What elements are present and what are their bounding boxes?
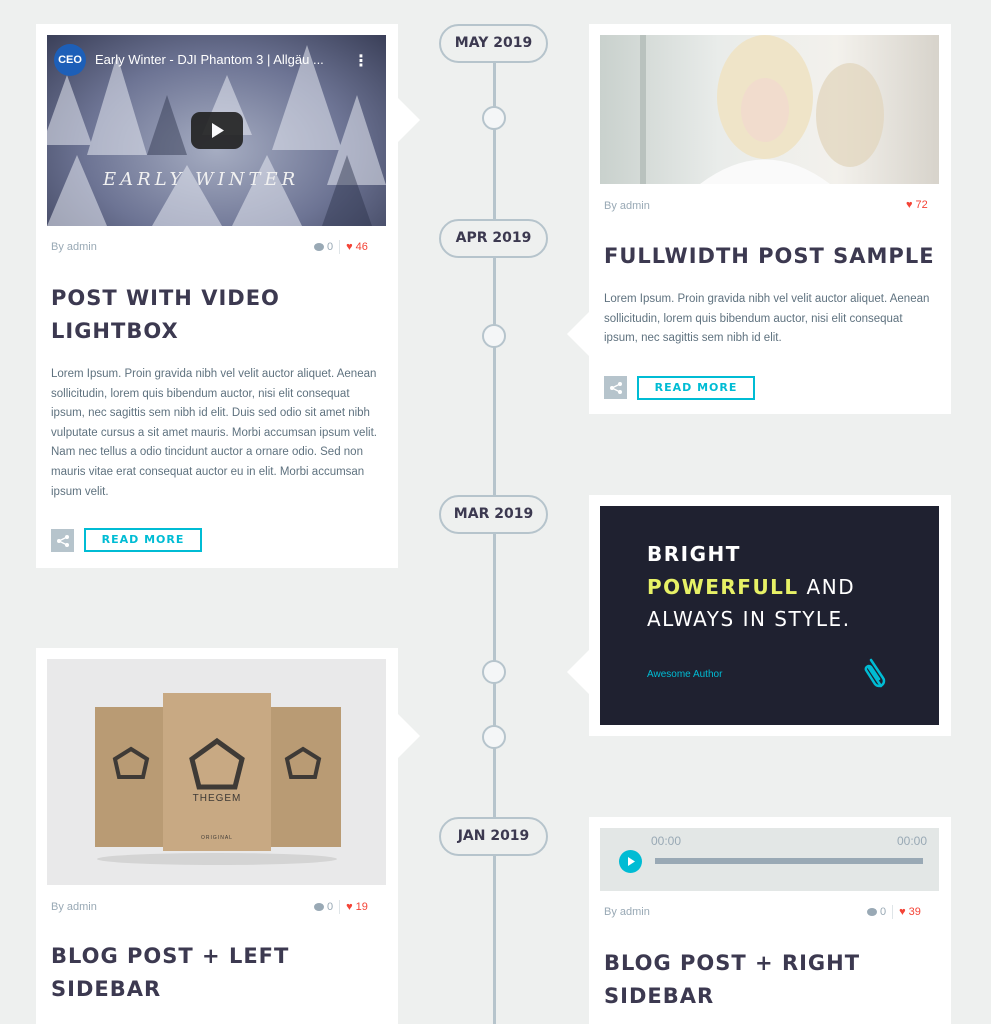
audio-progress-bar[interactable] (655, 858, 923, 864)
heart-icon: ♥ (346, 901, 353, 913)
post-author: By admin (51, 901, 97, 913)
date-label-apr-2019: APR 2019 (439, 219, 548, 258)
date-label-mar-2019: MAR 2019 (439, 495, 548, 534)
quote-line-2: POWERFULL AND (647, 575, 856, 599)
post-image-woman[interactable] (600, 35, 939, 184)
heart-icon: ♥ (906, 199, 913, 211)
audio-play-button[interactable] (619, 850, 642, 873)
share-button[interactable] (604, 376, 627, 399)
likes-count[interactable]: ♥ 72 (906, 199, 928, 211)
quote-line-3: ALWAYS IN STYLE. (647, 607, 851, 631)
comment-icon (314, 243, 324, 251)
post-excerpt: Lorem Ipsum. Proin gravida nibh vel veli… (604, 293, 930, 345)
read-more-button[interactable]: READ MORE (637, 376, 755, 400)
video-overlay-title: EARLY WINTER (103, 169, 300, 190)
bag-label: ORIGINAL (201, 835, 233, 841)
share-icon (56, 534, 69, 547)
heart-icon: ♥ (899, 906, 906, 918)
comments-count[interactable]: 0 (314, 241, 333, 253)
timeline-node (482, 660, 506, 684)
comments-count[interactable]: 0 (314, 901, 333, 913)
date-label-may-2019: MAY 2019 (439, 24, 548, 63)
post-image-coffee-bags[interactable]: THEGEM ORIGINAL (47, 659, 386, 885)
more-options-icon[interactable]: ⋮ (353, 51, 369, 71)
post-card-fullwidth: By admin ♥ 72 FULLWIDTH POST SAMPLE Lorem… (567, 24, 951, 414)
post-card-right-sidebar: 00:00 00:00 By admin 0 ♥ 39 BLOG POST + R… (589, 817, 951, 1024)
post-author: By admin (604, 906, 650, 918)
likes-count[interactable]: ♥ 39 (899, 906, 921, 918)
quote-highlight: POWERFULL (647, 575, 799, 599)
post-title[interactable]: BLOG POST + RIGHT SIDEBAR (604, 947, 874, 1013)
post-author: By admin (604, 200, 650, 212)
portrait-image (640, 35, 884, 184)
play-icon (628, 857, 635, 866)
comments-count[interactable]: 0 (867, 906, 886, 918)
timeline-node (482, 725, 506, 749)
comment-icon (867, 908, 877, 916)
read-more-button[interactable]: READ MORE (84, 528, 202, 552)
post-excerpt: Lorem Ipsum. Proin gravida nibh vel veli… (51, 368, 377, 498)
video-thumbnail[interactable]: CEO Early Winter - DJI Phantom 3 | Allgä… (47, 35, 386, 226)
quote-author[interactable]: Awesome Author (647, 669, 722, 680)
audio-current-time: 00:00 (651, 834, 682, 848)
likes-count[interactable]: ♥ 46 (346, 241, 368, 253)
share-button[interactable] (51, 529, 74, 552)
quote-line-1: BRIGHT (647, 542, 741, 566)
post-card-video: CEO Early Winter - DJI Phantom 3 | Allgä… (36, 24, 420, 568)
share-icon (609, 381, 622, 394)
bag-brand: THEGEM (192, 793, 242, 804)
likes-count[interactable]: ♥ 19 (346, 901, 368, 913)
audio-player: 00:00 00:00 (600, 828, 939, 891)
comment-icon (314, 903, 324, 911)
quote-block[interactable]: BRIGHT POWERFULL AND ALWAYS IN STYLE. Aw… (600, 506, 939, 725)
play-button[interactable] (191, 112, 243, 149)
paperclip-icon (864, 658, 886, 688)
post-title[interactable]: POST WITH VIDEO LIGHTBOX (51, 282, 351, 348)
post-title[interactable]: FULLWIDTH POST SAMPLE (604, 240, 935, 273)
post-card-left-sidebar: THEGEM ORIGINAL By admin 0 ♥ 19 BLOG POST… (36, 648, 420, 1024)
channel-logo[interactable]: CEO (54, 44, 86, 76)
play-icon (212, 123, 224, 138)
timeline-node (482, 106, 506, 130)
video-title: Early Winter - DJI Phantom 3 | Allgäu ..… (95, 52, 324, 67)
coffee-bags-image (95, 693, 341, 865)
post-title[interactable]: BLOG POST + LEFT SIDEBAR (51, 940, 311, 1006)
heart-icon: ♥ (346, 241, 353, 253)
post-card-quote: BRIGHT POWERFULL AND ALWAYS IN STYLE. Aw… (567, 495, 951, 736)
post-author: By admin (51, 241, 97, 253)
audio-duration: 00:00 (896, 834, 927, 848)
date-label-jan-2019: JAN 2019 (439, 817, 548, 856)
timeline-node (482, 324, 506, 348)
